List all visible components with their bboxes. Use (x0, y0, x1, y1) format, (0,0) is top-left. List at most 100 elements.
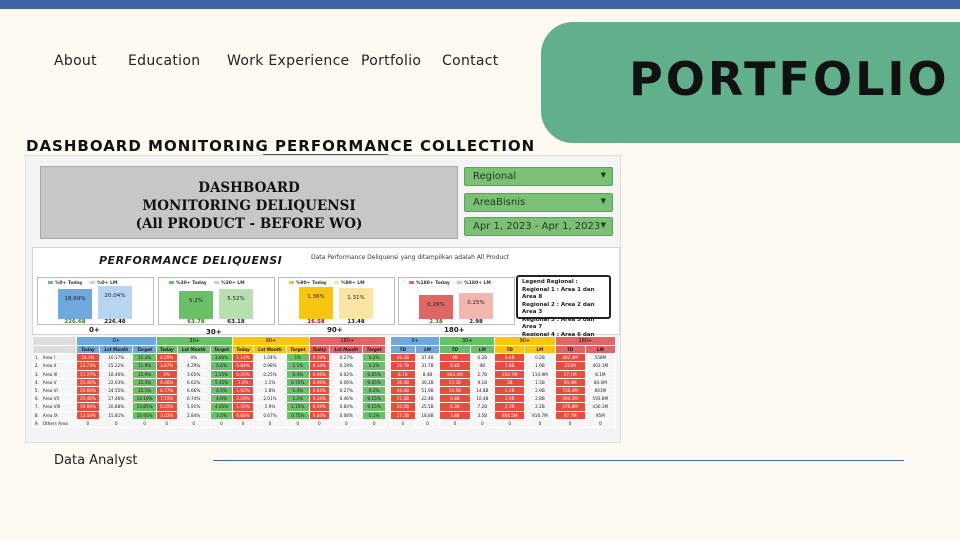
table-row: 1. Area I 19.3% 16.17% 15.3% 4.29% 4% 3.66% 1.14… (32, 353, 386, 363)
group-header-180plus: 180+ (554, 336, 617, 346)
legend-lm: %90+ LM (341, 281, 365, 286)
table-cell: 25.5B (414, 402, 441, 412)
table-cell: 0 (308, 418, 331, 428)
table-cell: 0.98% (252, 361, 288, 371)
table-cell: 3. (32, 369, 42, 379)
table-cell: Area I (40, 353, 77, 363)
table-cell: 22.4B (414, 394, 441, 404)
table-cell: 294.2M (554, 394, 586, 404)
table-cell: 1.59% (232, 402, 254, 412)
table-cell: 14.8B (469, 385, 496, 396)
table-cell: 4.05% (209, 402, 234, 412)
table-cell: 37.4B (414, 353, 441, 363)
table-cell: 1.14% (232, 353, 254, 363)
kpi-card-90plus: %90+ Today %90+ LM 1.36% 1.31% 16.58 13.… (278, 277, 395, 325)
value-lm: 13.48 (347, 319, 365, 325)
table-cell: 8. (32, 410, 42, 420)
table-cell: 0 (155, 418, 178, 428)
table-cell: 2.7B (469, 369, 496, 379)
filter-regional[interactable]: Regional ▼ (464, 167, 613, 186)
banner-title: PORTFOLIO (629, 52, 950, 106)
filter-date-range-label: Apr 1, 2023 - Apr 1, 2023 (473, 221, 601, 232)
filter-regional-label: Regional (473, 171, 517, 182)
group-label-0plus: 0+ (89, 326, 100, 334)
table-cell: 0.02% (329, 369, 364, 379)
group-header-0plus: 0+ (389, 336, 441, 346)
table-cell: 9.1B (469, 377, 496, 387)
caption-divider (213, 460, 904, 461)
table-cell: 0 (176, 418, 211, 428)
table-cell: 0.2% (362, 361, 386, 371)
table-row: 6. Area VII 25.46% 27.46% 14.19% 7.15% 6.74% 4.… (32, 394, 386, 404)
table-row: 49.2B 37.4B 9B 6.2B 0.4B 0.2B 402.4M 558M (390, 353, 617, 363)
table-cell: 1. (32, 353, 42, 363)
nav-contact[interactable]: Contact (442, 53, 499, 69)
table-cell: 15.81% (99, 410, 134, 420)
filter-area-bisnis[interactable]: AreaBisnis ▼ (464, 193, 613, 212)
table-cell: 204.7M (494, 369, 526, 379)
column-header: Lst Month (99, 344, 134, 355)
table-cell: Others Area (40, 418, 77, 428)
chevron-down-icon: ▼ (600, 171, 606, 179)
table-cell: 0 (439, 418, 471, 428)
table-cell: 0.84% (232, 361, 254, 371)
table-cell: 90.4M (554, 377, 586, 387)
table-cell: 0 (554, 418, 586, 428)
table-cell: 1.15% (286, 402, 310, 412)
table-cell: 4.29% (176, 361, 211, 371)
chevron-down-icon: ▼ (600, 197, 606, 205)
nav-education[interactable]: Education (128, 53, 200, 69)
table-cell: 0.45% (232, 369, 254, 379)
top-accent-bar (0, 0, 960, 9)
table-cell: 3B (494, 377, 526, 387)
table-cell: 311M (554, 361, 586, 371)
table-cell: 0.27% (329, 353, 364, 363)
table-cell: 4.29% (155, 353, 178, 363)
table-cell: 7. (32, 402, 42, 412)
table-cell: 0.19% (308, 353, 331, 363)
legend-line: Legend Regional : (522, 279, 578, 285)
nav-work-experience[interactable]: Work Experience (227, 53, 349, 69)
bar-lm: 0.25% (459, 293, 493, 319)
table-cell: 0.06% (329, 377, 364, 387)
table-cell: 0 (494, 418, 526, 428)
table-cell: 558M (584, 353, 617, 363)
table-cell: 0.29% (308, 402, 331, 412)
caption-data-analyst: Data Analyst (54, 453, 138, 468)
table-cell: 5. (32, 385, 42, 396)
table-row: 00000000 (390, 418, 617, 428)
table-cell: 944.4M (439, 369, 471, 379)
dashboard-header-line-1: DASHBOARD (198, 180, 300, 196)
table-cell: 15.9% (132, 369, 157, 379)
table-cell: 9. (32, 418, 42, 428)
table-cell: 1.9B (524, 361, 556, 371)
table-cell: 0.2% (362, 385, 386, 396)
table-cell: 0.04% (308, 410, 331, 420)
legend-line: Regional 1 : Area 1 dan Area 8 (522, 286, 595, 301)
table-cell: 24.55% (99, 385, 134, 396)
table-cell: 0.2B (524, 353, 556, 363)
table-cell: 0 (286, 418, 310, 428)
table-corner (32, 336, 77, 346)
table-cell: 0.4B (494, 353, 526, 363)
table-row: 2. Area II 13.73% 15.22% 11.9% 3.87% 4.29% 5.6%… (32, 361, 386, 371)
kpi-card-0plus: %0+ Today %0+ LM 18.69% 20.04% 226.68 22… (37, 277, 154, 325)
table-cell: 0 (209, 418, 234, 428)
table-cell: 3.02% (155, 410, 178, 420)
table-cell: 31.7B (414, 361, 441, 371)
table-cell: 3.8B (439, 410, 471, 420)
table-cell: 2.8B (524, 394, 556, 404)
legend-today: %180+ Today (416, 281, 450, 286)
nav-portfolio[interactable]: Portfolio (361, 53, 421, 69)
dashboard-screenshot: DASHBOARD MONITORING DELIQUENSI (All PRO… (25, 155, 621, 443)
table-cell: 5.91% (176, 402, 211, 412)
group-label-90plus: 90+ (327, 326, 343, 334)
table-cell: 1.4% (232, 377, 254, 387)
table-cell: Area III (40, 369, 77, 379)
table-cell: 10.95% (132, 410, 157, 420)
table-cell: 9B (439, 353, 471, 363)
value-today: 226.68 (64, 319, 86, 325)
table-cell: 6. (32, 394, 42, 404)
nav-about[interactable]: About (54, 53, 97, 69)
filter-date-range[interactable]: Apr 1, 2023 - Apr 1, 2023 ▼ (464, 217, 613, 236)
